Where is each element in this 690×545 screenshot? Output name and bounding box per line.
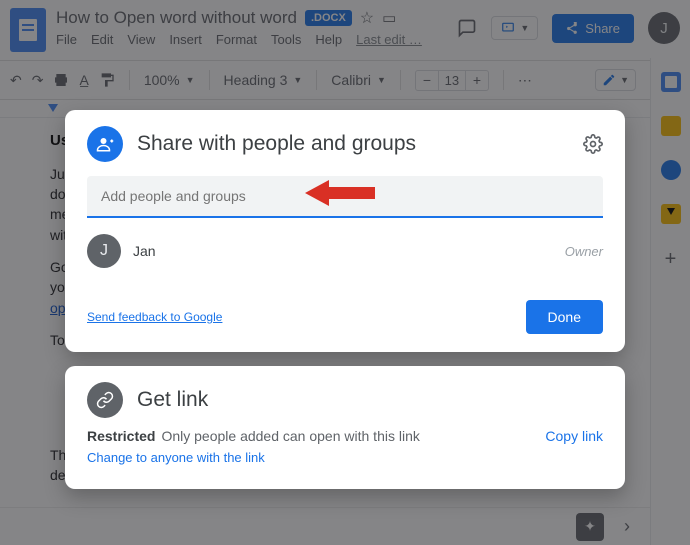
copy-link-button[interactable]: Copy link	[545, 428, 603, 444]
link-icon	[87, 382, 123, 418]
owner-label: Owner	[565, 244, 603, 259]
done-button[interactable]: Done	[526, 300, 603, 334]
restricted-label: Restricted	[87, 428, 155, 444]
person-add-icon	[87, 126, 123, 162]
restricted-desc: Only people added can open with this lin…	[161, 428, 419, 444]
send-feedback-link[interactable]: Send feedback to Google	[87, 310, 222, 324]
person-avatar: J	[87, 234, 121, 268]
add-people-input[interactable]	[87, 176, 603, 218]
get-link-modal: Get link Restricted Only people added ca…	[65, 366, 625, 489]
share-modal-title: Share with people and groups	[137, 132, 416, 156]
person-name: Jan	[133, 243, 156, 259]
modal-overlay: Share with people and groups J Jan Owner…	[0, 0, 690, 545]
gear-icon[interactable]	[583, 134, 603, 154]
share-modal: Share with people and groups J Jan Owner…	[65, 110, 625, 352]
get-link-title: Get link	[137, 388, 208, 412]
change-link-access[interactable]: Change to anyone with the link	[87, 450, 265, 465]
